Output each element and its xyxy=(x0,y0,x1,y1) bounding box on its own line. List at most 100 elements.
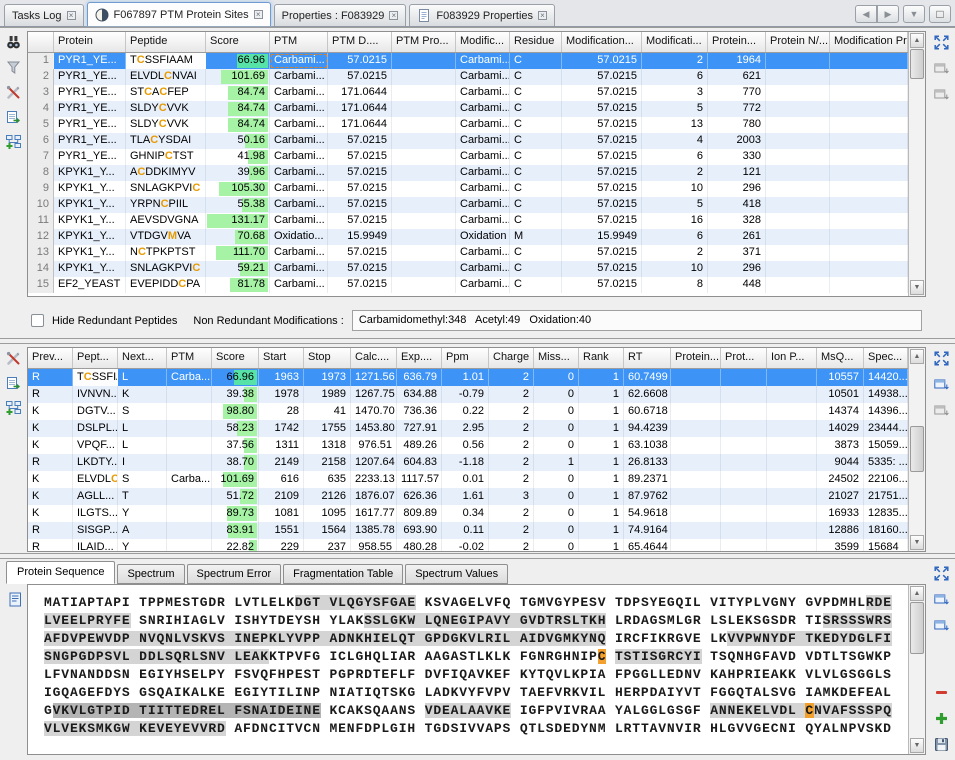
bottom-tab-spectrum-values[interactable]: Spectrum Values xyxy=(405,564,508,584)
export-icon[interactable] xyxy=(4,373,24,393)
scrollbar-thumb[interactable] xyxy=(910,602,924,654)
frame-blue-icon[interactable] xyxy=(931,589,951,609)
document-tab-4[interactable]: F083929 Properties× xyxy=(409,4,555,26)
settings-icon[interactable] xyxy=(4,348,24,368)
tab-list-button[interactable]: ▼ xyxy=(903,5,925,23)
scroll-down-button[interactable]: ▼ xyxy=(910,738,924,753)
table-row[interactable]: RIVNVN...K39.38197819891267.75634.88-0.7… xyxy=(28,386,925,403)
table-row[interactable]: 8KPYK1_Y...ACDDKIMYV39.96Carbami...57.02… xyxy=(28,165,925,181)
add-icon[interactable] xyxy=(931,708,951,728)
table-row[interactable]: 13KPYK1_Y...NCTPKPTST111.70Carbami...57.… xyxy=(28,245,925,261)
expand-icon[interactable] xyxy=(931,32,951,52)
column-header-ptm[interactable]: PTM xyxy=(167,348,212,368)
table-row[interactable]: KDGTV...S98.8028411470.70736.360.2220160… xyxy=(28,403,925,420)
scroll-up-button[interactable]: ▲ xyxy=(910,33,924,48)
column-header-rownum[interactable] xyxy=(28,32,54,52)
column-header-ptm-d-[interactable]: PTM D.... xyxy=(328,32,392,52)
table-row[interactable]: KILGTS...Y89.73108110951617.77809.890.34… xyxy=(28,505,925,522)
column-header-next-[interactable]: Next... xyxy=(118,348,167,368)
column-header-miss-[interactable]: Miss... xyxy=(534,348,579,368)
sequence-scrollbar[interactable]: ▲ ▼ xyxy=(908,585,925,754)
export-doc-icon[interactable] xyxy=(5,589,25,609)
scroll-down-button[interactable]: ▼ xyxy=(910,535,924,550)
table-row[interactable]: KDSLPL...L58.23174217551453.80727.912.95… xyxy=(28,420,925,437)
table-row[interactable]: 6PYR1_YE...TLACYSDAI50.16Carbami...57.02… xyxy=(28,133,925,149)
scrollbar-thumb[interactable] xyxy=(910,426,924,472)
scrollbar-thumb[interactable] xyxy=(910,49,924,79)
table-row[interactable]: RILAID...Y22.82229237958.55480.28-0.0220… xyxy=(28,539,925,552)
column-header-score[interactable]: Score xyxy=(206,32,270,52)
column-header-protein-[interactable]: Protein... xyxy=(671,348,721,368)
column-header-ppm[interactable]: Ppm xyxy=(442,348,489,368)
column-header-ptm-pro-[interactable]: PTM Pro... xyxy=(392,32,456,52)
add-graph-icon[interactable] xyxy=(4,132,24,152)
column-header-peptide[interactable]: Peptide xyxy=(126,32,206,52)
expand-icon[interactable] xyxy=(931,348,951,368)
table-row[interactable]: RSISGP...A83.91155115641385.78693.900.11… xyxy=(28,522,925,539)
column-header-modification-pr-[interactable]: Modification Pr... xyxy=(830,32,908,52)
bottom-tab-fragmentation-table[interactable]: Fragmentation Table xyxy=(283,564,403,584)
maximize-button[interactable]: □ xyxy=(929,5,951,23)
table-row[interactable]: KAGLL...T51.72210921261876.07626.361.613… xyxy=(28,488,925,505)
column-header-ion-p-[interactable]: Ion P... xyxy=(767,348,817,368)
column-header-ptm[interactable]: PTM xyxy=(270,32,328,52)
table-scrollbar[interactable]: ▲ ▼ xyxy=(908,348,925,551)
table-row[interactable]: 9KPYK1_Y...SNLAGKPVIC105.30Carbami...57.… xyxy=(28,181,925,197)
column-header-pept-[interactable]: Pept... xyxy=(73,348,118,368)
frame-icon[interactable] xyxy=(931,58,951,78)
table-row[interactable]: KELVDLCNSCarba...101.696166352233.131117… xyxy=(28,471,925,488)
column-header-spec-[interactable]: Spec... xyxy=(864,348,908,368)
table-row[interactable]: 5PYR1_YE...SLDYCVVK84.74Carbami...171.06… xyxy=(28,117,925,133)
add-graph-icon[interactable] xyxy=(4,398,24,418)
column-header-start[interactable]: Start xyxy=(259,348,304,368)
scroll-up-button[interactable]: ▲ xyxy=(910,349,924,364)
column-header-residue[interactable]: Residue xyxy=(510,32,562,52)
frame-blue-icon[interactable] xyxy=(931,374,951,394)
column-header-prot-[interactable]: Prot... xyxy=(721,348,767,368)
bottom-tab-spectrum[interactable]: Spectrum xyxy=(117,564,184,584)
tab-close-icon[interactable]: × xyxy=(389,11,398,20)
table-row[interactable]: 10KPYK1_Y...YRPNCPIIL55.38Carbami...57.0… xyxy=(28,197,925,213)
column-header-rt[interactable]: RT xyxy=(624,348,671,368)
remove-icon[interactable] xyxy=(931,682,951,702)
column-header-modificati-[interactable]: Modificati... xyxy=(642,32,708,52)
table-row[interactable]: 11KPYK1_Y...AEVSDVGNA131.17Carbami...57.… xyxy=(28,213,925,229)
table-scrollbar[interactable]: ▲ ▼ xyxy=(908,32,925,296)
column-header-prev-[interactable]: Prev... xyxy=(28,348,73,368)
hide-redundant-peptides-checkbox[interactable] xyxy=(31,314,44,327)
column-header-exp-[interactable]: Exp.... xyxy=(397,348,442,368)
column-header-stop[interactable]: Stop xyxy=(304,348,351,368)
frame-icon[interactable] xyxy=(931,84,951,104)
table-row[interactable]: 15EF2_YEASTEVEPIDDCPA81.78Carbami...57.0… xyxy=(28,277,925,293)
table-row[interactable]: 3PYR1_YE...STCACFEP84.74Carbami...171.06… xyxy=(28,85,925,101)
bottom-tab-protein-sequence[interactable]: Protein Sequence xyxy=(6,561,115,584)
scroll-down-button[interactable]: ▼ xyxy=(910,280,924,295)
expand-icon[interactable] xyxy=(931,563,951,583)
save-icon[interactable] xyxy=(931,734,951,754)
filter-icon[interactable] xyxy=(4,57,24,77)
table-row[interactable]: RLKDTY...I38.70214921581207.64604.83-1.1… xyxy=(28,454,925,471)
document-tab-3[interactable]: Properties : F083929× xyxy=(274,4,407,26)
column-header-charge[interactable]: Charge xyxy=(489,348,534,368)
column-header-protein-n-[interactable]: Protein N/... xyxy=(766,32,830,52)
frame-icon[interactable] xyxy=(931,400,951,420)
search-icon[interactable] xyxy=(4,32,24,52)
table-row[interactable]: KVPQF...L37.5613111318976.51489.260.5620… xyxy=(28,437,925,454)
tab-close-icon[interactable]: × xyxy=(254,10,263,19)
settings-icon[interactable] xyxy=(4,82,24,102)
table-row[interactable]: 7PYR1_YE...GHNIPCTST41.98Carbami...57.02… xyxy=(28,149,925,165)
tab-close-icon[interactable]: × xyxy=(67,11,76,20)
column-header-protein-[interactable]: Protein... xyxy=(708,32,766,52)
forward-button[interactable]: ▶ xyxy=(877,5,899,23)
column-header-modification-[interactable]: Modification... xyxy=(562,32,642,52)
table-row[interactable]: 4PYR1_YE...SLDYCVVK84.74Carbami...171.06… xyxy=(28,101,925,117)
frame-blue-icon[interactable] xyxy=(931,615,951,635)
table-row[interactable]: 14KPYK1_Y...SNLAGKPVIC59.21Carbami...57.… xyxy=(28,261,925,277)
column-header-calc-[interactable]: Calc.... xyxy=(351,348,397,368)
tab-close-icon[interactable]: × xyxy=(538,11,547,20)
column-header-modific-[interactable]: Modific... xyxy=(456,32,510,52)
table-row[interactable]: 2PYR1_YE...ELVDLCNVAI101.69Carbami...57.… xyxy=(28,69,925,85)
column-header-protein[interactable]: Protein xyxy=(54,32,126,52)
table-row[interactable]: 1PYR1_YE...TCSSFIAAM66.96Carbami...57.02… xyxy=(28,53,925,69)
document-tab-2[interactable]: F067897 PTM Protein Sites× xyxy=(87,2,271,26)
